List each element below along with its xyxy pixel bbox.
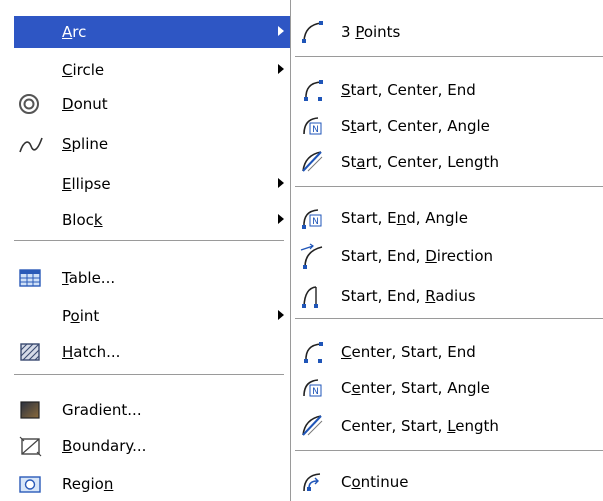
arc-item-3-points-label: 3 Points	[341, 23, 401, 41]
menu-item-gradient-label: Gradient...	[62, 401, 142, 419]
arc-submenu: 3 Points Start, Center, End N Start, Cen…	[291, 0, 603, 501]
arc-item-start-end-direction-label: Start, End, Direction	[341, 247, 494, 265]
menu-item-hatch-label: Hatch...	[62, 343, 121, 361]
menu-item-ellipse-label: Ellipse	[62, 175, 111, 193]
menu-item-table-label: Table...	[62, 269, 116, 287]
menu-item-arc-label: Arc	[62, 23, 87, 41]
arc-item-start-end-direction[interactable]: Start, End, Direction	[291, 240, 603, 272]
arc-item-3-points[interactable]: 3 Points	[291, 16, 603, 48]
menu-item-boundary[interactable]: Boundary...	[0, 430, 290, 462]
arc-item-start-end-angle[interactable]: N Start, End, Angle	[291, 202, 603, 234]
draw-menu: Arc Circle Donut Spline Ellipse Block Ta…	[0, 0, 291, 501]
arc-start-end-direction-icon	[299, 243, 325, 269]
menu-item-region[interactable]: Region	[0, 468, 290, 500]
arc-center-start-angle-icon: N	[299, 375, 325, 401]
arc-item-center-start-angle-label: Center, Start, Angle	[341, 379, 490, 397]
region-icon	[18, 472, 44, 496]
donut-icon	[18, 92, 44, 116]
submenu-arrow-icon	[278, 214, 284, 224]
menu-item-circle[interactable]: Circle	[0, 54, 290, 86]
arc-item-start-end-angle-label: Start, End, Angle	[341, 209, 468, 227]
menu-item-donut-label: Donut	[62, 95, 108, 113]
submenu-separator	[295, 56, 603, 58]
arc-item-start-end-radius[interactable]: Start, End, Radius	[291, 280, 603, 312]
hatch-icon	[18, 340, 44, 364]
menu-separator	[14, 240, 284, 242]
menu-item-hatch[interactable]: Hatch...	[0, 336, 290, 368]
arc-item-center-start-end[interactable]: Center, Start, End	[291, 336, 603, 368]
arc-item-start-center-length-label: Start, Center, Length	[341, 153, 499, 171]
arc-item-start-center-angle[interactable]: N Start, Center, Angle	[291, 110, 603, 142]
menu-item-table[interactable]: Table...	[0, 262, 290, 294]
menu-item-gradient[interactable]: Gradient...	[0, 394, 290, 426]
arc-start-end-radius-icon	[299, 283, 325, 309]
arc-item-start-center-angle-label: Start, Center, Angle	[341, 117, 490, 135]
submenu-arrow-icon	[278, 26, 284, 36]
arc-item-center-start-length[interactable]: Center, Start, Length	[291, 410, 603, 442]
table-icon	[18, 266, 44, 290]
boundary-icon	[18, 434, 44, 458]
gradient-icon	[18, 398, 44, 422]
arc-item-center-start-end-label: Center, Start, End	[341, 343, 476, 361]
arc-start-center-end-icon	[299, 77, 325, 103]
menu-item-block-label: Block	[62, 211, 103, 229]
arc-item-start-center-length[interactable]: Start, Center, Length	[291, 146, 603, 178]
menu-item-spline[interactable]: Spline	[0, 128, 290, 160]
arc-center-start-end-icon	[299, 339, 325, 365]
arc-item-center-start-length-label: Center, Start, Length	[341, 417, 499, 435]
submenu-arrow-icon	[278, 310, 284, 320]
menu-item-spline-label: Spline	[62, 135, 109, 153]
arc-start-end-angle-icon: N	[299, 205, 325, 231]
submenu-separator	[295, 186, 603, 188]
submenu-arrow-icon	[278, 178, 284, 188]
menu-item-point[interactable]: Point	[0, 300, 290, 332]
submenu-arrow-icon	[278, 64, 284, 74]
spline-icon	[18, 132, 44, 156]
menu-item-arc[interactable]: Arc	[14, 16, 290, 48]
menu-item-circle-label: Circle	[62, 61, 105, 79]
menu-item-boundary-label: Boundary...	[62, 437, 147, 455]
submenu-separator	[295, 318, 603, 320]
menu-item-point-label: Point	[62, 307, 100, 325]
arc-item-continue[interactable]: Continue	[291, 466, 603, 498]
arc-item-start-center-end-label: Start, Center, End	[341, 81, 476, 99]
svg-text:N: N	[312, 125, 319, 135]
arc-item-continue-label: Continue	[341, 473, 409, 491]
arc-center-start-length-icon	[299, 413, 325, 439]
menu-separator	[14, 374, 284, 376]
menu-item-donut[interactable]: Donut	[0, 88, 290, 120]
arc-item-start-center-end[interactable]: Start, Center, End	[291, 74, 603, 106]
menu-item-ellipse[interactable]: Ellipse	[0, 168, 290, 200]
arc-3-points-icon	[299, 19, 325, 45]
arc-item-center-start-angle[interactable]: N Center, Start, Angle	[291, 372, 603, 404]
menu-item-block[interactable]: Block	[0, 204, 290, 236]
arc-item-start-end-radius-label: Start, End, Radius	[341, 287, 476, 305]
arc-start-center-angle-icon: N	[299, 113, 325, 139]
svg-text:N: N	[312, 217, 319, 227]
arc-continue-icon	[299, 469, 325, 495]
menu-item-region-label: Region	[62, 475, 114, 493]
arc-start-center-length-icon	[299, 149, 325, 175]
svg-text:N: N	[312, 387, 319, 397]
submenu-separator	[295, 450, 603, 452]
